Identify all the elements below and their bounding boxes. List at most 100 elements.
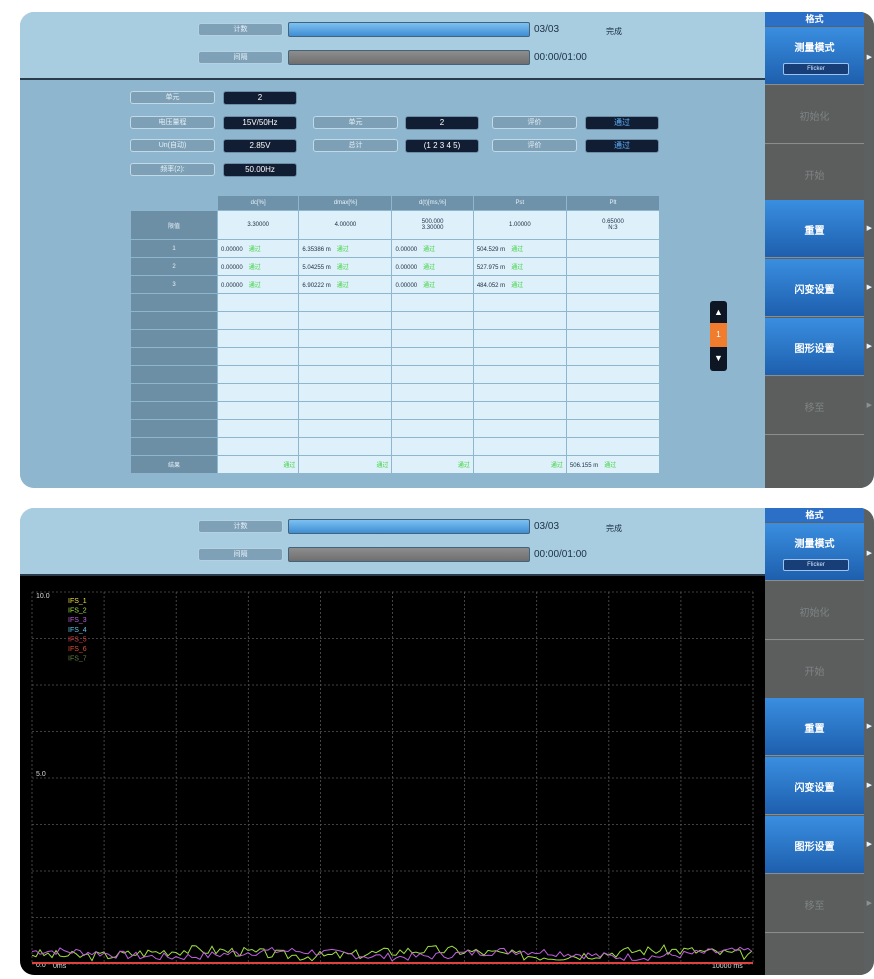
shift-button[interactable]: 移至 ▶ — [765, 875, 872, 933]
voltage-range-value[interactable]: 15V/50Hz — [223, 116, 297, 130]
page-number: 1 — [710, 323, 727, 347]
frequency-label: 频率(2): — [130, 163, 215, 176]
result-cell: 通过 — [299, 456, 392, 473]
table-cell: 0.00000 通过 — [218, 240, 299, 257]
count-value: 03/03 — [534, 24, 560, 35]
limit-cell: 0.65000 N:3 — [566, 211, 659, 239]
pass-badge: 通过 — [248, 283, 261, 289]
legend-entry: IFS_5 — [68, 636, 87, 643]
table-cell — [299, 366, 392, 383]
table-cell — [566, 438, 659, 455]
eval2-value: 通过 — [585, 139, 659, 153]
init-button[interactable]: 初始化 — [765, 582, 864, 640]
x-end-label: 10000 ms — [712, 963, 743, 970]
cell-value: 0.00000 — [395, 283, 418, 289]
unit-value[interactable]: 2 — [223, 91, 297, 105]
measure-mode-button[interactable]: 测量模式 Flicker ▶ — [765, 523, 872, 581]
table-cell — [299, 420, 392, 437]
measure-mode-button[interactable]: 测量模式 Flicker ▶ — [765, 27, 872, 85]
start-button[interactable]: 开始 — [765, 641, 864, 699]
legend-entry: IFS_1 — [68, 598, 87, 605]
result-cell: 通过 — [473, 456, 566, 473]
unit2-value[interactable]: 2 — [405, 116, 479, 130]
shift-button[interactable]: 移至 ▶ — [765, 377, 872, 435]
flicker-settings-button[interactable]: 闪变设置 ▶ — [765, 757, 872, 815]
graph-settings-button[interactable]: 图形设置 ▶ — [765, 816, 872, 874]
flicker-settings-button[interactable]: 闪变设置 ▶ — [765, 259, 872, 317]
reset-button[interactable]: 重置 ▶ — [765, 698, 872, 756]
start-button[interactable]: 开始 — [765, 145, 864, 203]
pass-badge: 通过 — [604, 463, 617, 469]
empty-row — [131, 348, 659, 365]
chevron-right-icon: ▶ — [866, 723, 872, 730]
unit-label: 单元 — [130, 91, 215, 104]
table-cell: 504.529 m 通过 — [473, 240, 566, 257]
empty-row — [131, 312, 659, 329]
chevron-right-icon: ▶ — [866, 284, 872, 291]
legend-entry: IFS_2 — [68, 608, 87, 615]
table-cell — [566, 366, 659, 383]
chevron-right-icon: ▶ — [866, 343, 872, 350]
measure-mode-label: 测量模式 — [794, 43, 835, 54]
pass-badge: 通过 — [423, 283, 436, 289]
pass-badge: 通过 — [511, 265, 524, 271]
flicker-settings-label: 闪变设置 — [794, 285, 835, 296]
table-cell — [299, 402, 392, 419]
limit-row-label: 限值 — [131, 211, 217, 239]
chevron-right-icon: ▶ — [866, 841, 872, 848]
table-cell — [473, 294, 566, 311]
status-bar: 计数 03/03 完成 间隔 00:00/01:00 — [20, 508, 765, 576]
table-cell — [473, 348, 566, 365]
empty-row — [131, 366, 659, 383]
un-value: 2.85V — [223, 139, 297, 153]
table-cell: 6.35386 m 通过 — [299, 240, 392, 257]
row-label — [131, 438, 217, 455]
row-label: 1 — [131, 240, 217, 257]
pass-badge: 通过 — [511, 283, 524, 289]
count-label: 计数 — [198, 23, 283, 36]
frequency-value: 50.00Hz — [223, 163, 297, 177]
cell-value: 504.529 m — [476, 247, 506, 253]
cell-value: 484.052 m — [476, 283, 506, 289]
measure-mode-label: 测量模式 — [794, 539, 835, 550]
page-down-button[interactable]: ▼ — [710, 347, 727, 369]
row-label — [131, 366, 217, 383]
table-cell — [218, 294, 299, 311]
table-cell — [566, 330, 659, 347]
table-cell — [566, 384, 659, 401]
init-button[interactable]: 初始化 — [765, 86, 864, 144]
interval-label: 间隔 — [198, 51, 283, 64]
eval2-label: 评价 — [492, 139, 577, 152]
start-label: 开始 — [804, 667, 825, 678]
limit-cell: 3.30000 — [218, 211, 299, 239]
cell-value: 0.00000 — [221, 283, 243, 289]
table-cell: 0.00000 通过 — [392, 258, 473, 275]
cell-value: 6.35386 m — [302, 247, 331, 253]
table-cell — [566, 348, 659, 365]
limit-value: 4.00000 — [334, 222, 357, 228]
status-bar: 计数 03/03 完成 间隔 00:00/01:00 — [20, 12, 765, 80]
pass-badge: 通过 — [283, 463, 296, 469]
table-cell — [392, 294, 473, 311]
graph-settings-button[interactable]: 图形设置 ▶ — [765, 318, 872, 376]
table-cell — [218, 384, 299, 401]
legend-entry: IFS_4 — [68, 627, 87, 634]
status-text: 完成 — [606, 524, 622, 533]
table-cell: 0.00000 通过 — [218, 258, 299, 275]
graph-settings-label: 图形设置 — [794, 344, 835, 355]
count-label: 计数 — [198, 520, 283, 533]
table-cell — [218, 438, 299, 455]
count-value: 03/03 — [534, 521, 560, 532]
table-row: 1 0.00000 通过 6.35386 m 通过 0.00000 通过 504.529 m 通… — [131, 240, 659, 257]
voltage-range-label: 电压量程 — [130, 116, 215, 129]
trend-chart: 10.0 5.0 0.0 0ms 10000 ms IFS_1 IFS_2 IFS_3 IFS_… — [20, 576, 765, 975]
y-tick-label: 5.0 — [36, 771, 46, 778]
page-up-button[interactable]: ▲ — [710, 301, 727, 323]
row-label: 3 — [131, 276, 217, 293]
col-header-plt: Plt — [566, 196, 659, 210]
pass-badge: 通过 — [423, 247, 436, 253]
reset-button[interactable]: 重置 ▶ — [765, 200, 872, 258]
status-text: 完成 — [606, 27, 622, 36]
row-label — [131, 330, 217, 347]
pass-badge: 通过 — [248, 247, 261, 253]
